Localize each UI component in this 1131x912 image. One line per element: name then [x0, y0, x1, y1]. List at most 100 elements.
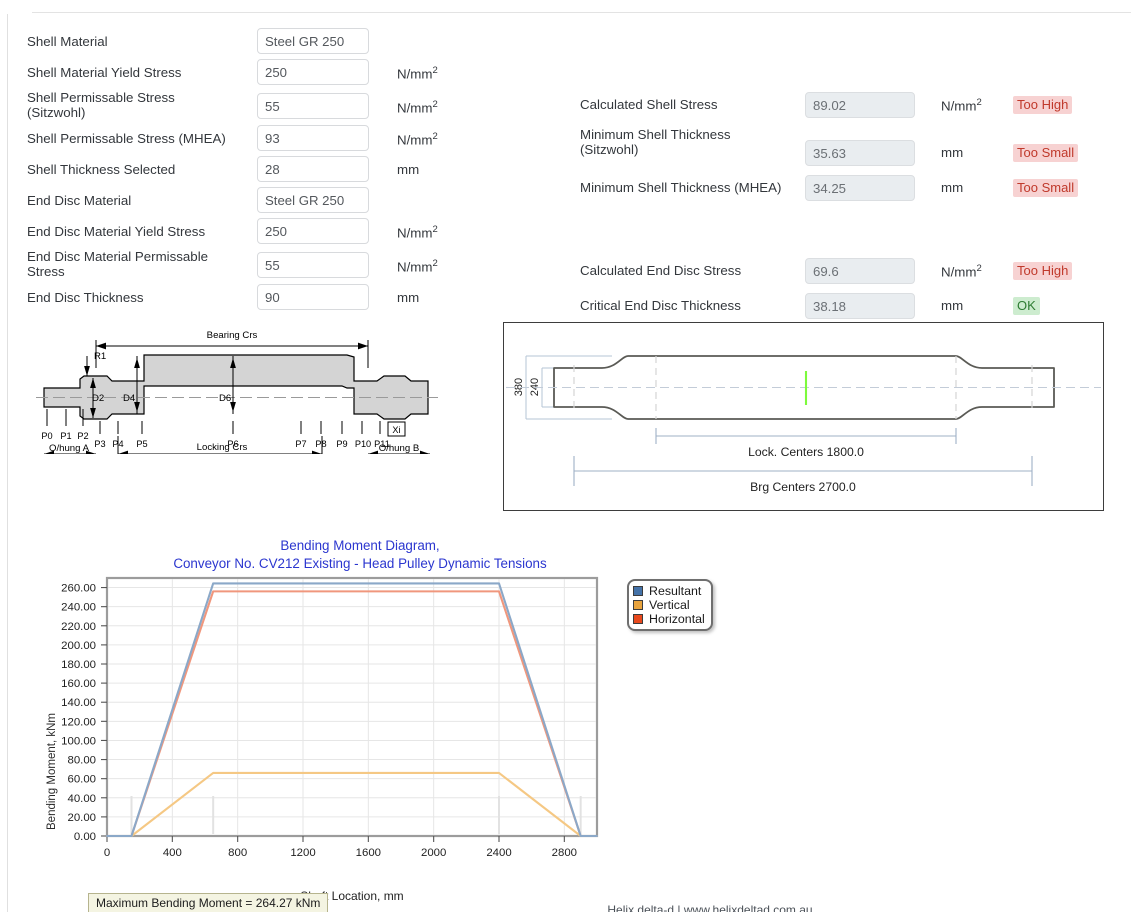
field-label: Shell Permissable Stress (MHEA) — [27, 131, 226, 146]
locking-crs-label: Locking Crs — [197, 442, 248, 453]
y-tick-label: 160.00 — [61, 678, 96, 690]
shell-permissable-stress-sitzwohl-input[interactable] — [257, 93, 369, 119]
form-row-end-disc-yield-stress: End Disc Material Yield Stress N/mm2 — [27, 218, 467, 244]
legend-item-horizontal[interactable]: Horizontal — [633, 612, 705, 626]
result-unit: mm — [941, 180, 964, 195]
field-unit: N/mm2 — [397, 65, 438, 82]
shell-material-input[interactable] — [257, 28, 369, 54]
point-label-p5: P5 — [136, 439, 147, 449]
header-divider — [32, 12, 1131, 13]
legend-swatch-vertical — [633, 600, 643, 610]
point-label-p0: P0 — [41, 431, 52, 441]
end-disc-permissable-stress-input[interactable] — [257, 252, 369, 278]
status-badge: Too Small — [1013, 144, 1079, 162]
min-shell-thickness-mhea-value — [805, 175, 915, 201]
legend-swatch-horizontal — [633, 614, 643, 624]
field-label: Shell Material — [27, 34, 108, 49]
x-tick-label: 2000 — [421, 847, 446, 859]
legend-item-vertical[interactable]: Vertical — [633, 598, 705, 612]
x-tick-label: 2400 — [486, 847, 511, 859]
y-tick-label: 180.00 — [61, 659, 96, 671]
bearing-centers-label: Brg Centers 2700.0 — [750, 480, 856, 494]
form-row-end-disc-thickness: End Disc Thickness mm — [27, 284, 467, 310]
shell-permissable-stress-mhea-input[interactable] — [257, 125, 369, 151]
field-label-line1: Shell Permissable Stress — [27, 90, 175, 105]
result-label: Calculated Shell Stress — [580, 97, 718, 112]
y-tick-label: 40.00 — [67, 793, 96, 805]
footer-note: Helix delta-d | www.helixdeltad.com.au — [607, 903, 813, 912]
result-row-calculated-end-disc-stress: Calculated End Disc Stress N/mm2 Too Hig… — [580, 258, 1120, 284]
form-row-shell-material: Shell Material — [27, 28, 467, 54]
y-tick-label: 220.00 — [61, 621, 96, 633]
x-tick-label: 800 — [228, 847, 247, 859]
pulley-assembly-drawing: 380 240 Lock. Centers 1800.0 Brg Centers… — [503, 322, 1104, 511]
critical-end-disc-thickness-value — [805, 293, 915, 319]
end-disc-material-input[interactable] — [257, 187, 369, 213]
y-tick-label: 240.00 — [61, 602, 96, 614]
max-bending-moment-annotation: Maximum Bending Moment = 264.27 kNm — [88, 893, 329, 912]
result-row-min-shell-thickness-mhea: Minimum Shell Thickness (MHEA) mm Too Sm… — [580, 175, 1120, 201]
shaft-dimension-schematic: Bearing Crs R1 D2 D4 D6 P0 P1 P2 P3 P4 P… — [22, 326, 452, 458]
field-unit: N/mm2 — [397, 224, 438, 241]
legend-label-vertical: Vertical — [649, 598, 690, 612]
x-axis-ticks: 0 400 800 1200 1600 2000 2400 2800 — [104, 836, 577, 859]
field-label-line2: Stress — [27, 264, 65, 279]
min-shell-thickness-sitzwohl-value — [805, 140, 915, 166]
field-label-line1: End Disc Material Permissable — [27, 249, 209, 264]
point-label-p10: P10 — [355, 439, 371, 449]
x-tick-label: 2800 — [552, 847, 577, 859]
end-disc-yield-stress-input[interactable] — [257, 218, 369, 244]
field-label: Shell Material Yield Stress — [27, 65, 182, 80]
chart-legend[interactable]: Resultant Vertical Horizontal — [627, 579, 713, 631]
calculated-shell-stress-value — [805, 92, 915, 118]
result-label-line1: Minimum Shell Thickness — [580, 127, 731, 142]
result-label: Minimum Shell Thickness (MHEA) — [580, 180, 782, 195]
y-tick-label: 0.00 — [74, 831, 96, 843]
calculated-results-panel: Calculated Shell Stress N/mm2 Too High M… — [580, 92, 1120, 328]
status-badge: Too High — [1013, 96, 1073, 114]
field-label: Shell Permissable Stress (Sitzwohl) — [27, 90, 257, 120]
y-tick-label: 80.00 — [67, 755, 96, 767]
shell-yield-stress-input[interactable] — [257, 59, 369, 85]
calculated-end-disc-stress-value — [805, 258, 915, 284]
y-tick-label: 20.00 — [67, 812, 96, 824]
point-label-p7: P7 — [295, 439, 306, 449]
field-unit: mm — [397, 290, 420, 305]
d6-label: D6 — [219, 393, 231, 404]
result-unit: mm — [941, 145, 964, 160]
form-row-end-disc-permissable-stress: End Disc Material Permissable Stress N/m… — [27, 249, 467, 279]
y-tick-label: 120.00 — [61, 716, 96, 728]
overhang-b-label: O/hung B — [379, 443, 420, 454]
y-tick-label: 100.00 — [61, 735, 96, 747]
x-tick-label: 400 — [163, 847, 182, 859]
legend-label-resultant: Resultant — [649, 584, 702, 598]
point-label-p9: P9 — [336, 439, 347, 449]
field-label-line2: (Sitzwohl) — [27, 105, 86, 120]
d4-label: D4 — [123, 393, 136, 404]
field-label: Shell Thickness Selected — [27, 162, 176, 177]
legend-swatch-resultant — [633, 586, 643, 596]
shell-thickness-selected-input[interactable] — [257, 156, 369, 182]
end-disc-thickness-input[interactable] — [257, 284, 369, 310]
field-unit: N/mm2 — [397, 258, 438, 275]
y-axis-label: Bending Moment, kNm — [46, 713, 58, 830]
xi-label: Xi — [392, 425, 400, 435]
field-label: End Disc Thickness — [27, 290, 144, 305]
point-label-p3: P3 — [94, 439, 105, 449]
y-tick-label: 200.00 — [61, 640, 96, 652]
chart-title-block: Bending Moment Diagram, Conveyor No. CV2… — [0, 537, 720, 573]
form-row-shell-thickness-selected: Shell Thickness Selected mm — [27, 156, 467, 182]
result-unit: N/mm2 — [941, 97, 982, 114]
shell-and-enddisc-input-form: Shell Material Shell Material Yield Stre… — [27, 28, 467, 315]
result-label: Calculated End Disc Stress — [580, 263, 742, 278]
field-unit: N/mm2 — [397, 131, 438, 148]
form-row-shell-yield-stress: Shell Material Yield Stress N/mm2 — [27, 59, 467, 85]
x-tick-label: 1600 — [356, 847, 381, 859]
d2-label: D2 — [92, 393, 104, 404]
field-label: End Disc Material Permissable Stress — [27, 249, 257, 279]
overhang-a-label: O/hung A — [49, 443, 90, 454]
form-row-shell-permissable-mhea: Shell Permissable Stress (MHEA) N/mm2 — [27, 125, 467, 151]
form-row-end-disc-material: End Disc Material — [27, 187, 467, 213]
legend-item-resultant[interactable]: Resultant — [633, 584, 705, 598]
form-row-shell-permissable-sitzwohl: Shell Permissable Stress (Sitzwohl) N/mm… — [27, 90, 467, 120]
